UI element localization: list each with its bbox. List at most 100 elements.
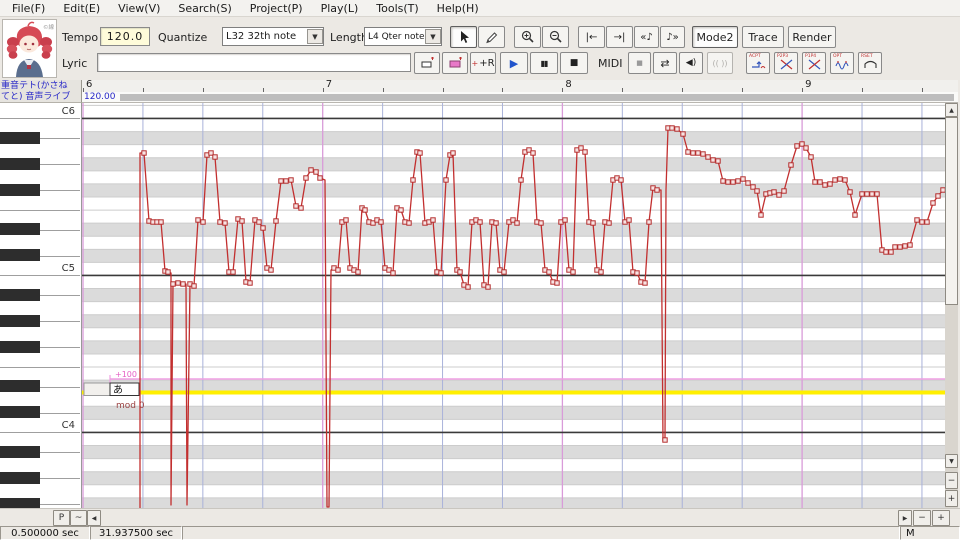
mode2-button[interactable]: Mode2 xyxy=(692,26,738,48)
pitch-control-point[interactable] xyxy=(822,182,828,188)
headphones-button[interactable]: (( )) xyxy=(707,52,733,74)
go-first-button[interactable]: |← xyxy=(578,26,605,48)
pitch-control-point[interactable] xyxy=(554,280,560,286)
lyric-input[interactable] xyxy=(97,53,411,72)
pitch-control-point[interactable] xyxy=(562,217,568,223)
hzoom-out-button[interactable]: − xyxy=(913,510,931,526)
pitch-control-point[interactable] xyxy=(195,217,201,223)
zoom-in-button[interactable] xyxy=(514,26,541,48)
black-key[interactable] xyxy=(0,288,40,301)
pitch-control-point[interactable] xyxy=(239,218,245,224)
black-key[interactable] xyxy=(0,445,40,458)
pitch-control-point[interactable] xyxy=(754,188,760,194)
pitch-control-point[interactable] xyxy=(450,150,456,156)
black-key[interactable] xyxy=(0,380,40,393)
menu-item-help[interactable]: Help(H) xyxy=(428,1,488,16)
trace-button[interactable]: Trace xyxy=(742,26,784,48)
pitch-control-point[interactable] xyxy=(443,177,449,183)
scroll-left-button[interactable]: ◀ xyxy=(87,510,101,526)
black-key[interactable] xyxy=(0,497,40,508)
pitch-control-point[interactable] xyxy=(902,243,908,249)
pitch-control-point[interactable] xyxy=(930,200,936,206)
pitch-control-point[interactable] xyxy=(730,179,736,185)
vzoom-out-button[interactable]: − xyxy=(945,472,958,489)
pitch-control-point[interactable] xyxy=(907,242,913,248)
black-key[interactable] xyxy=(0,131,40,144)
pitch-control-point[interactable] xyxy=(892,244,898,250)
pitch-control-point[interactable] xyxy=(914,217,920,223)
pitch-control-point[interactable] xyxy=(417,150,423,156)
go-last-button[interactable]: →| xyxy=(606,26,633,48)
menu-item-tools[interactable]: Tools(T) xyxy=(367,1,427,16)
select-tool-button[interactable] xyxy=(450,26,477,48)
pitch-control-point[interactable] xyxy=(530,150,536,156)
pitch-control-point[interactable] xyxy=(618,177,624,183)
pitch-control-point[interactable] xyxy=(642,280,648,286)
pitch-control-point[interactable] xyxy=(776,192,782,198)
menu-item-file[interactable]: File(F) xyxy=(3,1,54,16)
chevron-down-icon[interactable]: ▼ xyxy=(425,29,441,44)
pitch-control-point[interactable] xyxy=(710,157,716,163)
pitch-control-point[interactable] xyxy=(852,212,858,218)
scroll-down-button[interactable]: ▼ xyxy=(945,454,958,468)
pitch-control-point[interactable] xyxy=(685,149,691,155)
pitch-control-point[interactable] xyxy=(720,178,726,184)
pitch-control-point[interactable] xyxy=(919,219,925,225)
pitch-control-point[interactable] xyxy=(874,191,880,197)
voicebank-name[interactable]: 重音テト(かさね てと) 音声ライブ xyxy=(0,80,82,103)
black-key[interactable] xyxy=(0,249,40,262)
pitch-control-point[interactable] xyxy=(695,150,701,156)
pitch-control-point[interactable] xyxy=(606,220,612,226)
draw-tool-button[interactable] xyxy=(478,26,505,48)
pitch-control-point[interactable] xyxy=(298,205,304,211)
pitch-control-point[interactable] xyxy=(308,167,314,173)
scroll-right-button[interactable]: ▶ xyxy=(898,510,912,526)
pitch-control-point[interactable] xyxy=(924,219,930,225)
pitch-control-point[interactable] xyxy=(378,219,384,225)
pitch-control-point[interactable] xyxy=(897,244,903,250)
pitch-mode-button[interactable]: P xyxy=(53,510,70,526)
pitch-control-point[interactable] xyxy=(827,181,833,187)
pitch-control-point[interactable] xyxy=(477,219,483,225)
insert-rest-button[interactable]: + +R xyxy=(470,52,496,74)
pitch-control-point[interactable] xyxy=(485,284,491,290)
pitch-control-point[interactable] xyxy=(398,207,404,213)
pitch-control-point[interactable] xyxy=(745,180,751,186)
pitch-control-point[interactable] xyxy=(859,191,865,197)
menu-item-edit[interactable]: Edit(E) xyxy=(54,1,109,16)
black-key[interactable] xyxy=(0,157,40,170)
pitch-control-point[interactable] xyxy=(794,143,800,149)
vertical-scrollbar[interactable]: ▲ ▼ − + xyxy=(945,103,958,508)
pitch-control-point[interactable] xyxy=(646,219,652,225)
pitch-control-point[interactable] xyxy=(700,151,706,157)
swap-tracks-button[interactable]: ⇄ xyxy=(653,52,677,74)
pitch-control-point[interactable] xyxy=(847,189,853,195)
pitch-control-point[interactable] xyxy=(406,220,412,226)
pitch-control-point[interactable] xyxy=(788,162,794,168)
pitch-control-point[interactable] xyxy=(158,219,164,225)
midi-indicator-button[interactable]: ■ xyxy=(628,52,651,74)
pitch-control-point[interactable] xyxy=(758,212,764,218)
black-key[interactable] xyxy=(0,314,40,327)
vibrato-button[interactable]: OPT xyxy=(830,52,854,74)
pitch-control-point[interactable] xyxy=(430,217,436,223)
pitch-control-point[interactable] xyxy=(465,284,471,290)
pitch-control-point[interactable] xyxy=(634,270,640,276)
length-select[interactable]: L4 Qter note ▼ xyxy=(364,27,442,46)
pitch-control-point[interactable] xyxy=(817,179,823,185)
next-part-button[interactable]: ♪» xyxy=(660,26,685,48)
pitch-control-point[interactable] xyxy=(343,217,349,223)
pitch-control-point[interactable] xyxy=(690,150,696,156)
pitch-control-point[interactable] xyxy=(355,269,361,275)
pitch-control-point[interactable] xyxy=(180,281,186,287)
pitch-control-point[interactable] xyxy=(293,203,299,209)
pitch-control-point[interactable] xyxy=(212,154,218,160)
pitch-control-point[interactable] xyxy=(362,207,368,213)
pitch-control-point[interactable] xyxy=(313,169,319,175)
pitch-control-point[interactable] xyxy=(247,280,253,286)
pitch-control-point[interactable] xyxy=(170,281,176,287)
pitch-control-point[interactable] xyxy=(191,283,197,289)
chevron-down-icon[interactable]: ▼ xyxy=(307,29,323,44)
pitch-control-point[interactable] xyxy=(501,269,507,275)
pitch-control-point[interactable] xyxy=(626,217,632,223)
